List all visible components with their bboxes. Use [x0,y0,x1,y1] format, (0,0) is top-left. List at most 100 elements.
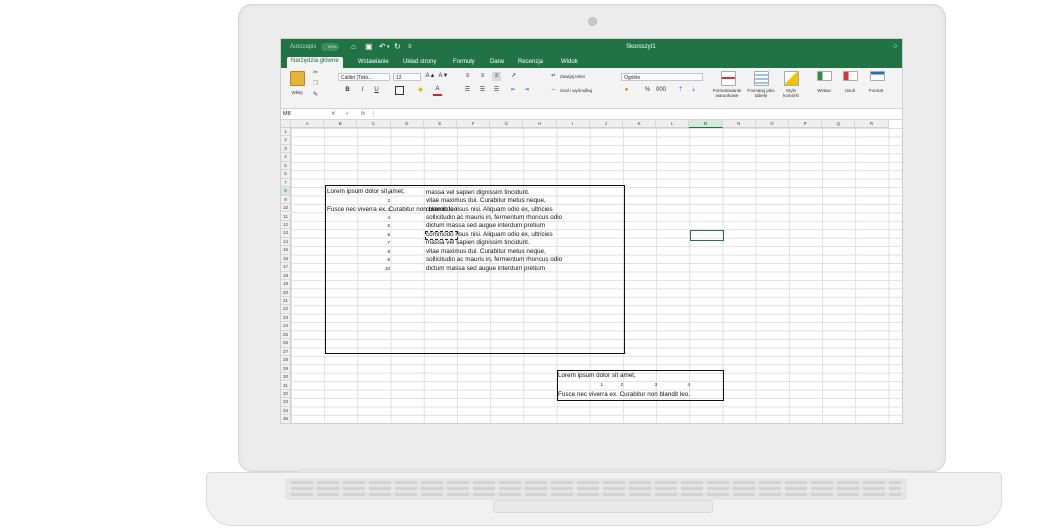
row-header[interactable]: 19 [281,280,291,289]
column-header[interactable]: P [789,120,823,128]
save-icon[interactable]: ▣ [365,42,373,52]
row-header[interactable]: 6 [281,170,291,179]
row-header[interactable]: 15 [281,246,291,255]
active-cell-m8[interactable] [690,230,724,241]
row-header[interactable]: 4 [281,153,291,162]
decrease-indent-icon[interactable]: ⇤ [509,86,518,95]
insert-function-icon[interactable]: fx [361,110,365,118]
insert-cells-icon[interactable] [817,71,832,81]
tab-review[interactable]: Recenzja [514,58,547,66]
list-number[interactable]: 10 [370,264,390,273]
row-header[interactable]: 5 [281,161,291,171]
column-header[interactable]: L [656,120,690,128]
tab-insert[interactable]: Wstawianie [354,58,393,66]
column-header[interactable]: F [457,120,491,128]
number-format-select[interactable]: Ogólne [621,73,703,81]
column-header[interactable]: O [755,120,789,128]
row-header[interactable]: 20 [281,288,291,297]
font-name-select[interactable]: Calibri (Teks... [338,73,390,81]
search-icon[interactable]: ○ [893,42,897,52]
orientation-icon[interactable]: ↗ [509,72,518,81]
shrink-font-button[interactable]: A▼ [438,72,449,81]
row-header[interactable]: 32 [281,389,291,399]
increase-indent-icon[interactable]: ⇥ [522,86,531,95]
row-header[interactable]: 35 [281,415,291,423]
customize-toolbar-icon[interactable]: ≡ [408,42,412,52]
cell-number[interactable]: 1 [583,380,603,389]
redo-icon[interactable]: ↻ [394,42,401,52]
row-header[interactable]: 25 [281,330,291,340]
align-top-icon[interactable]: ≡ [463,72,472,81]
font-size-select[interactable]: 12 [393,73,421,81]
accounting-format-icon[interactable]: ● [622,86,631,95]
row-header[interactable]: 3 [281,144,291,154]
row-header[interactable]: 17 [281,263,291,272]
row-header[interactable]: 18 [281,271,291,281]
column-header[interactable]: M [689,120,723,128]
name-box[interactable]: M8 [283,110,323,118]
row-header[interactable]: 27 [281,347,291,357]
format-cells-label[interactable]: Format [865,88,887,93]
percent-style-button[interactable]: % [643,86,652,95]
comma-style-button[interactable]: 000 [655,86,667,95]
cell-text[interactable]: Lorem ipsum dolor sit amet, [327,187,405,196]
undo-dropdown-icon[interactable]: ▾ [387,42,390,52]
column-header[interactable]: I [556,120,590,128]
align-left-icon[interactable]: ☰ [463,86,472,95]
fill-color-icon[interactable]: ◆ [416,86,425,95]
row-header[interactable]: 14 [281,237,291,247]
cell-number[interactable]: 3 [637,380,657,389]
copy-icon[interactable]: ❐ [311,80,320,89]
tab-formulas[interactable]: Formuły [449,58,479,66]
cell-styles-icon[interactable] [784,71,799,86]
cell-number[interactable]: 2 [603,380,623,389]
align-center-icon[interactable]: ☰ [478,86,487,95]
format-as-table-label[interactable]: Formatuj jako tabelę [745,88,777,98]
tab-view[interactable]: Widok [557,58,582,66]
delete-cells-icon[interactable] [843,71,858,81]
row-header[interactable]: 31 [281,381,291,390]
cancel-icon[interactable]: ✕ [331,110,336,118]
align-right-icon[interactable]: ☰ [492,86,501,95]
row-header[interactable]: 29 [281,364,291,374]
undo-icon[interactable]: ↶ [379,42,386,52]
formula-input[interactable] [373,110,894,118]
row-header[interactable]: 1 [281,128,291,137]
underline-button[interactable]: U [372,86,381,95]
format-as-table-icon[interactable] [754,71,769,86]
cell-text[interactable]: Lorem ipsum dolor sit amet, [558,371,636,380]
merge-center-label[interactable]: Scal i wyśrodkuj [560,88,610,93]
column-header[interactable]: B [324,120,358,128]
column-header[interactable]: E [423,120,457,128]
column-header[interactable]: N [722,120,756,128]
merge-center-icon[interactable]: ⇔ [549,86,558,95]
conditional-formatting-icon[interactable] [721,71,736,86]
tab-page-layout[interactable]: Układ strony [399,58,440,66]
tab-data[interactable]: Dane [486,58,508,66]
column-header[interactable]: G [490,120,524,128]
row-header[interactable]: 7 [281,178,291,188]
cut-icon[interactable]: ✂ [311,69,320,78]
row-header[interactable]: 30 [281,373,291,382]
row-header[interactable]: 26 [281,339,291,348]
decrease-decimal-icon[interactable]: ⇣ [689,86,698,95]
conditional-formatting-label[interactable]: Formatowanie warunkowe [707,88,747,98]
delete-cells-label[interactable]: Usuń [840,88,860,93]
align-middle-icon[interactable]: ≡ [478,72,487,81]
bold-button[interactable]: B [343,86,352,95]
cell-styles-label[interactable]: Style komórki [779,88,803,98]
row-header[interactable]: 16 [281,254,291,264]
row-header[interactable]: 12 [281,220,291,230]
row-header[interactable]: 10 [281,204,291,213]
row-header[interactable]: 2 [281,136,291,145]
wrap-text-icon[interactable]: ↵ [549,72,558,81]
row-header[interactable]: 33 [281,398,291,407]
row-header[interactable]: 34 [281,406,291,416]
column-header[interactable]: J [589,120,623,128]
wrap-text-label[interactable]: Zawijaj tekst [560,74,600,79]
row-header[interactable]: 11 [281,212,291,221]
column-header[interactable]: A [291,120,325,128]
row-header[interactable]: 9 [281,195,291,205]
column-header[interactable]: H [523,120,557,128]
row-header[interactable]: 28 [281,356,291,365]
